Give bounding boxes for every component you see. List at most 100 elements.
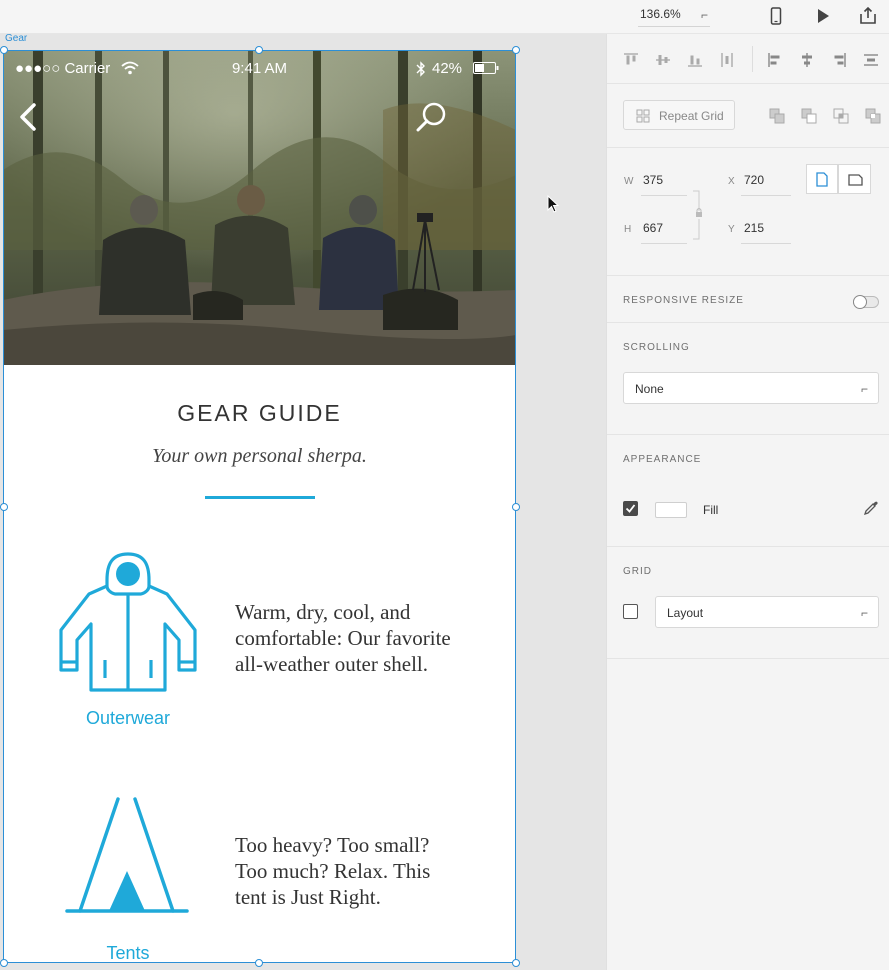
resize-handle[interactable]	[512, 503, 520, 511]
battery-percent: 42%	[432, 60, 463, 77]
boolean-add-icon[interactable]	[769, 108, 785, 124]
fill-color-swatch[interactable]	[655, 502, 687, 518]
height-input[interactable]: 667	[643, 221, 663, 235]
resize-handle[interactable]	[0, 959, 8, 967]
scrolling-title: SCROLLING	[623, 342, 690, 353]
top-toolbar: 136.6% ⌐	[0, 0, 889, 34]
y-underline	[741, 243, 791, 244]
mouse-cursor-icon	[547, 195, 560, 213]
x-input[interactable]: 720	[744, 173, 764, 187]
eyedropper-icon[interactable]	[863, 500, 879, 516]
resize-handle[interactable]	[255, 46, 263, 54]
alignment-toolbar	[607, 34, 889, 84]
bluetooth-icon	[416, 61, 425, 77]
distribute-vertical-icon[interactable]	[719, 52, 735, 68]
scrolling-section: SCROLLING None ⌐	[607, 323, 889, 435]
distribute-horizontal-icon[interactable]	[863, 52, 879, 68]
category-label-tents[interactable]: Tents	[3, 943, 253, 963]
resize-handle[interactable]	[0, 46, 8, 54]
landscape-button[interactable]	[838, 164, 871, 194]
repeat-grid-icon	[636, 109, 650, 123]
description-line: tent is Just Right.	[235, 885, 381, 909]
toggle-knob	[853, 295, 867, 309]
resize-handle[interactable]	[512, 959, 520, 967]
repeat-grid-label: Repeat Grid	[659, 109, 724, 123]
artboard-name[interactable]: Gear	[5, 33, 27, 44]
grid-type-value: Layout	[667, 606, 704, 620]
grid-section: GRID Layout ⌐	[607, 547, 889, 659]
grid-checkbox[interactable]	[623, 604, 638, 619]
jacket-icon[interactable]	[55, 550, 201, 695]
y-label: Y	[728, 224, 735, 235]
share-icon[interactable]	[858, 6, 878, 26]
page-title: GEAR GUIDE	[177, 400, 342, 426]
landscape-page-icon	[848, 174, 863, 186]
responsive-resize-title: RESPONSIVE RESIZE	[623, 295, 744, 306]
repeat-grid-button[interactable]: Repeat Grid	[623, 100, 735, 130]
scrolling-value: None	[635, 382, 664, 396]
lock-aspect-icon[interactable]	[693, 190, 705, 240]
fill-checkbox[interactable]	[623, 501, 638, 516]
category-label-outerwear[interactable]: Outerwear	[3, 708, 253, 729]
chevron-down-icon: ⌐	[860, 382, 868, 396]
align-middle-icon[interactable]	[655, 52, 671, 68]
align-left-icon[interactable]	[767, 52, 783, 68]
page-subtitle: Your own personal sherpa.	[152, 445, 367, 467]
scrolling-dropdown[interactable]: None ⌐	[623, 372, 879, 404]
zoom-underline	[638, 26, 710, 27]
resize-handle[interactable]	[512, 46, 520, 54]
checkmark-icon	[625, 504, 636, 513]
description-line: comfortable: Our favorite	[235, 626, 451, 650]
chevron-down-icon: ⌐	[700, 8, 708, 22]
boolean-subtract-icon[interactable]	[801, 108, 817, 124]
appearance-section: APPEARANCE Fill	[607, 435, 889, 547]
y-input[interactable]: 215	[744, 221, 764, 235]
forest-photo	[3, 50, 516, 365]
dimensions-section: W 375 H 667 X 720 Y 215	[607, 148, 889, 276]
resize-handle[interactable]	[255, 959, 263, 967]
tent-icon[interactable]	[63, 795, 191, 917]
description-line: Too much? Relax. This	[235, 859, 431, 883]
toolbar-separator	[752, 46, 753, 72]
grid-type-dropdown[interactable]: Layout ⌐	[655, 596, 879, 628]
boolean-intersect-icon[interactable]	[833, 108, 849, 124]
portrait-button[interactable]	[806, 164, 838, 194]
align-top-icon[interactable]	[623, 52, 639, 68]
height-underline	[641, 243, 687, 244]
description-line: Too heavy? Too small?	[235, 833, 430, 857]
align-center-icon[interactable]	[799, 52, 815, 68]
boolean-exclude-icon[interactable]	[865, 108, 881, 124]
title-divider	[205, 496, 315, 499]
x-label: X	[728, 176, 735, 187]
category-description-outerwear: Warm, dry, cool, and comfortable: Our fa…	[235, 599, 495, 677]
fill-label: Fill	[703, 503, 719, 517]
portrait-page-icon	[816, 172, 828, 187]
play-icon[interactable]	[813, 6, 833, 26]
battery-icon	[473, 62, 499, 74]
width-input[interactable]: 375	[643, 173, 663, 187]
resize-handle[interactable]	[0, 503, 8, 511]
grid-title: GRID	[623, 566, 652, 577]
back-chevron-icon[interactable]	[17, 102, 39, 132]
mobile-preview-icon[interactable]	[766, 6, 786, 26]
height-label: H	[624, 224, 632, 235]
align-bottom-icon[interactable]	[687, 52, 703, 68]
status-bar: ●●●○○ Carrier 9:41 AM 42%	[3, 50, 516, 86]
responsive-resize-toggle[interactable]	[853, 295, 879, 309]
chevron-down-icon: ⌐	[860, 606, 868, 620]
zoom-value: 136.6%	[640, 7, 681, 21]
category-description-tents: Too heavy? Too small? Too much? Relax. T…	[235, 832, 495, 910]
search-icon[interactable]	[415, 100, 449, 134]
width-underline	[641, 195, 687, 196]
width-label: W	[624, 176, 634, 187]
description-line: Warm, dry, cool, and	[235, 600, 411, 624]
x-underline	[741, 195, 791, 196]
hero-image: ●●●○○ Carrier 9:41 AM 42%	[3, 50, 516, 365]
repeat-grid-row: Repeat Grid	[607, 84, 889, 148]
description-line: all-weather outer shell.	[235, 652, 428, 676]
artboard[interactable]: ●●●○○ Carrier 9:41 AM 42% GEAR GUIDE You…	[3, 50, 516, 963]
align-right-icon[interactable]	[831, 52, 847, 68]
property-inspector: Repeat Grid W 375 H 667 X 720 Y 215 RESP…	[606, 34, 889, 970]
zoom-dropdown[interactable]: 136.6% ⌐	[638, 7, 710, 27]
appearance-title: APPEARANCE	[623, 454, 702, 465]
